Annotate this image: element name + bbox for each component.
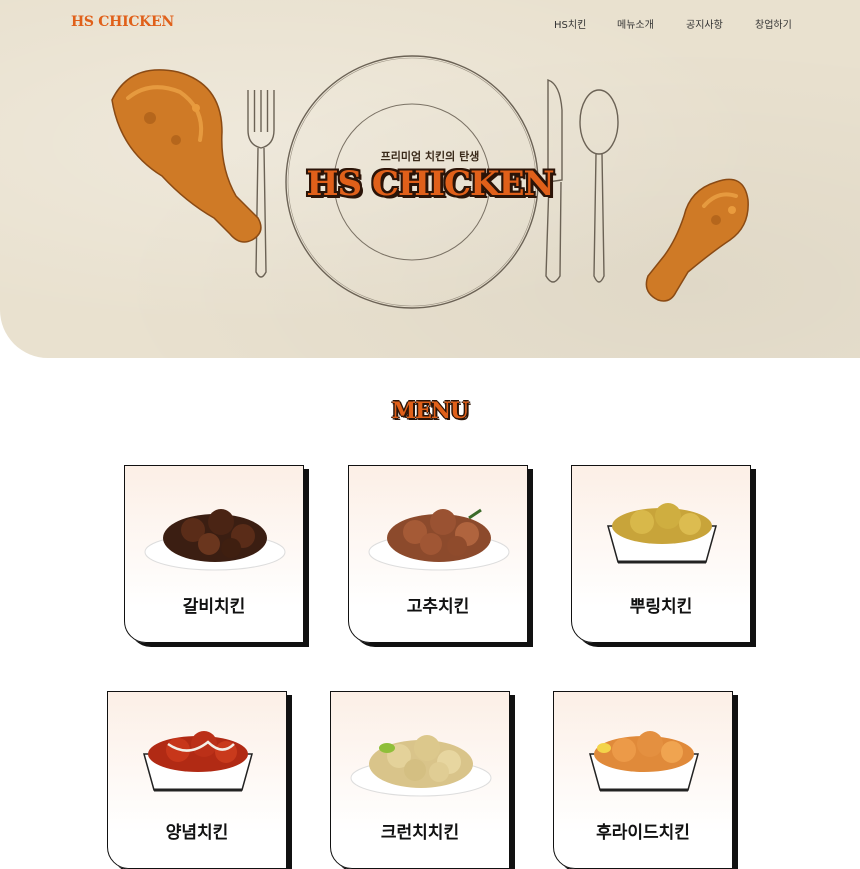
nav-item-menu[interactable]: 메뉴소개 <box>617 16 654 31</box>
menu-card-yangnyeom[interactable]: 양념치킨 <box>107 691 287 869</box>
fried-chicken-basket-icon <box>589 731 699 792</box>
hero-title: HS CHICKEN <box>306 164 554 204</box>
galbi-chicken-plate-icon <box>144 509 286 571</box>
pepper-chicken-plate-icon <box>368 508 510 571</box>
hero-tagline: 프리미엄 치킨의 탄생 <box>380 150 480 163</box>
yangnyeom-chicken-basket-icon <box>143 731 253 792</box>
menu-card-pepper[interactable]: 고추치킨 <box>348 465 528 643</box>
menu-card-crunch[interactable]: 크런치치킨 <box>330 691 510 869</box>
menu-card-galbi[interactable]: 갈비치킨 <box>124 465 304 643</box>
crunch-chicken-plate-icon <box>350 735 492 797</box>
nav-item-franchise[interactable]: 창업하기 <box>755 16 792 31</box>
hero-banner: HS CHICKEN HS치킨 메뉴소개 공지사항 창업하기 프리미엄 치킨의 … <box>0 0 860 358</box>
nav-item-notice[interactable]: 공지사항 <box>686 16 723 31</box>
bburing-chicken-basket-icon <box>607 503 717 564</box>
menu-card-bburing[interactable]: 뿌링치킨 <box>571 465 751 643</box>
menu-card-label: 후라이드치킨 <box>596 823 690 843</box>
menu-card-label: 고추치킨 <box>406 597 470 617</box>
menu-card-label: 양념치킨 <box>165 823 229 843</box>
menu-card-label: 크런치치킨 <box>380 823 460 843</box>
menu-card-fried[interactable]: 후라이드치킨 <box>553 691 733 869</box>
menu-section-title: MENU <box>391 398 469 424</box>
nav-item-hs-chicken[interactable]: HS치킨 <box>554 16 586 31</box>
menu-card-label: 갈비치킨 <box>182 597 246 617</box>
menu-card-label: 뿌링치킨 <box>629 597 693 617</box>
main-nav: HS치킨 메뉴소개 공지사항 창업하기 <box>0 16 860 32</box>
